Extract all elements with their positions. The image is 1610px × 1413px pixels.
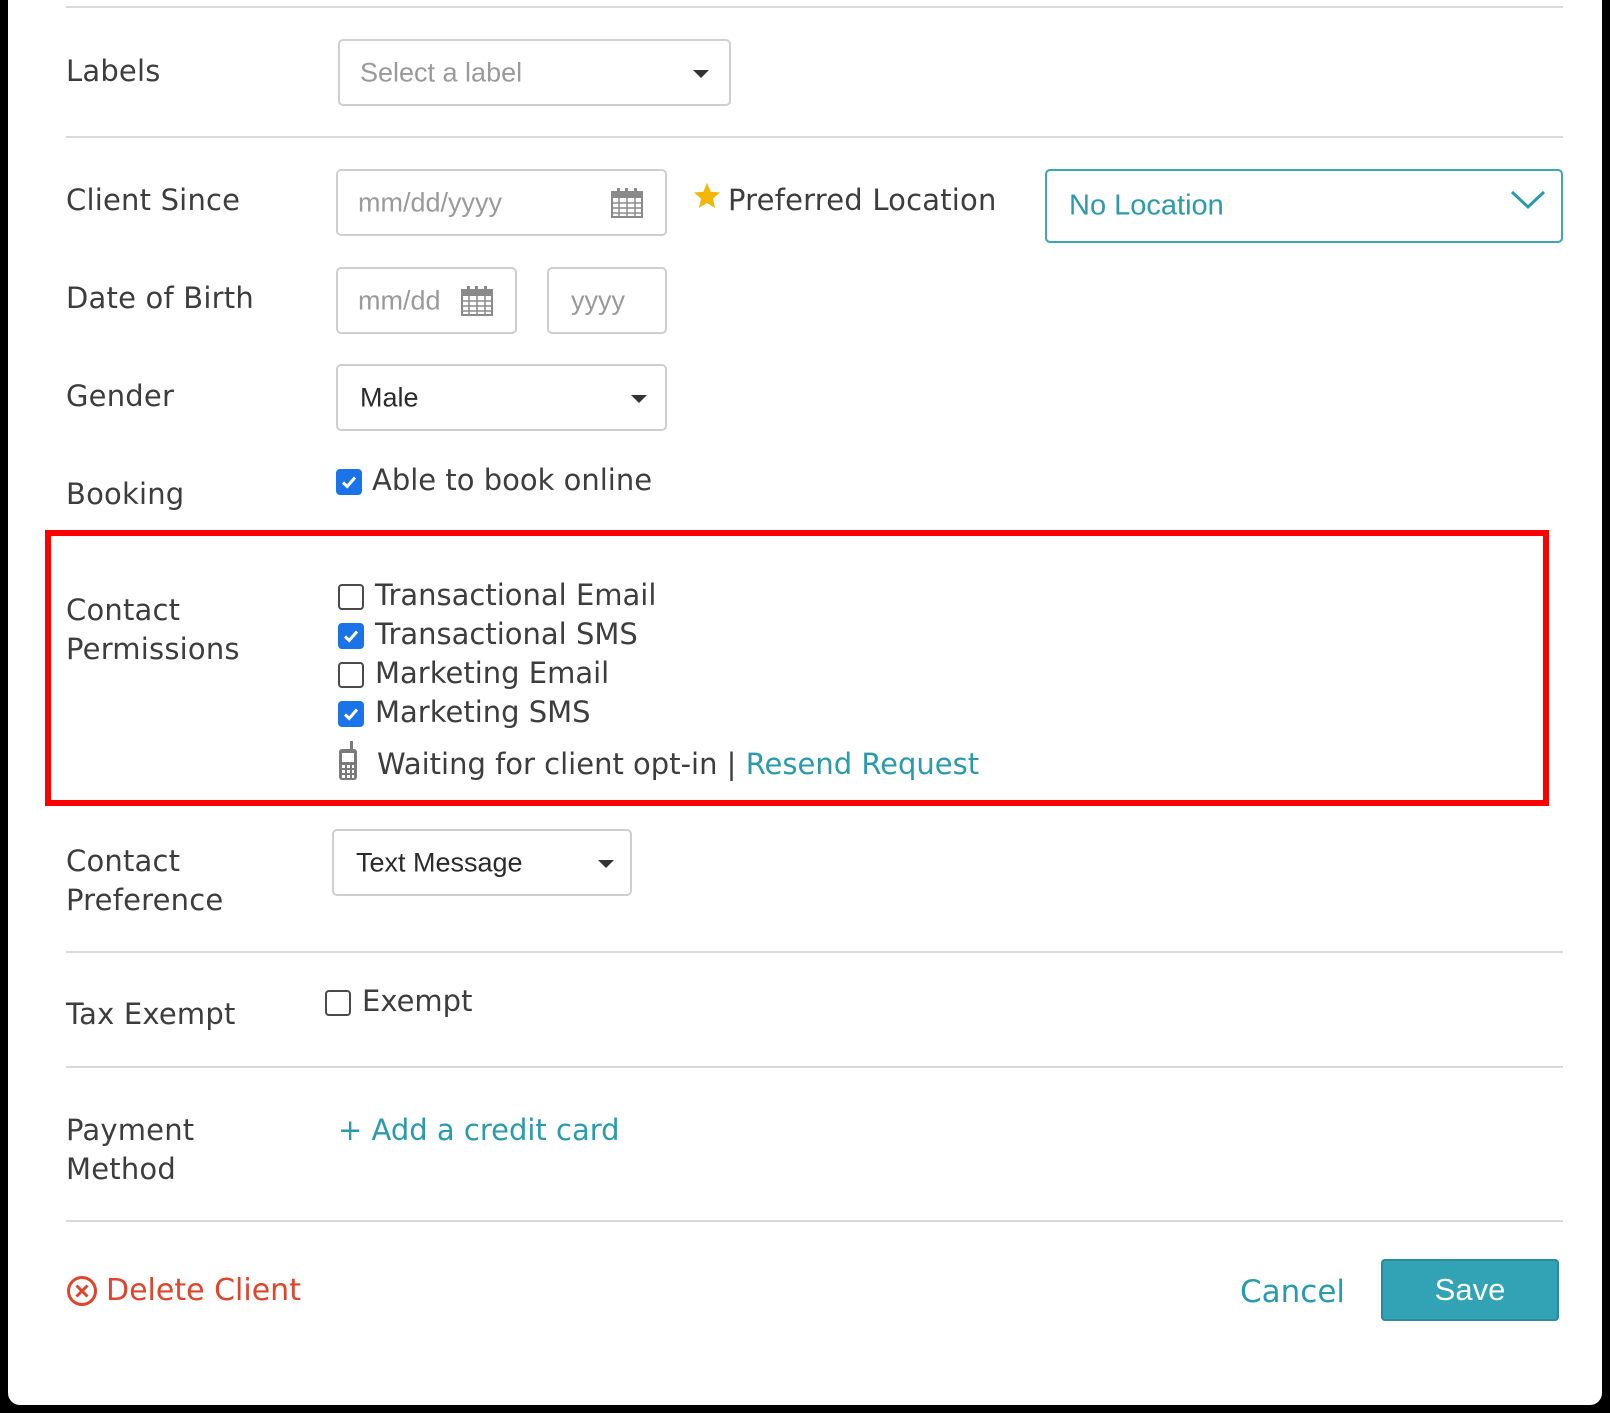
gender-select[interactable]: Male — [336, 364, 667, 431]
divider — [66, 6, 1563, 8]
opt-in-status-row: Waiting for client opt-in | Resend Reque… — [377, 745, 979, 783]
divider — [66, 1220, 1563, 1222]
preferred-location-label: Preferred Location — [728, 183, 997, 217]
caret-down-icon — [693, 69, 709, 78]
dob-year-placeholder: yyyy — [571, 285, 625, 315]
transactional-sms-checkbox[interactable] — [338, 623, 364, 649]
divider — [66, 1066, 1563, 1068]
chevron-down-icon — [1510, 190, 1546, 210]
checkmark-icon — [343, 708, 359, 721]
transactional-email-label: Transactional Email — [375, 578, 657, 612]
caret-down-icon — [631, 394, 647, 403]
add-credit-card-link[interactable]: + Add a credit card — [338, 1111, 620, 1149]
close-circle-icon — [67, 1276, 97, 1306]
delete-client-label: Delete Client — [106, 1273, 301, 1308]
marketing-email-label: Marketing Email — [375, 656, 610, 690]
marketing-sms-label: Marketing SMS — [375, 695, 591, 729]
able-to-book-online-label: Able to book online — [372, 463, 653, 497]
client-edit-panel: Labels Select a label Client Since mm/dd… — [8, 0, 1602, 1405]
divider — [66, 951, 1563, 953]
client-since-input[interactable]: mm/dd/yyyy — [336, 169, 667, 236]
marketing-sms-checkbox[interactable] — [338, 701, 364, 727]
booking-label: Booking — [66, 477, 185, 511]
labels-label: Labels — [66, 54, 161, 88]
contact-preference-select[interactable]: Text Message — [332, 829, 632, 896]
checkmark-icon — [343, 630, 359, 643]
star-icon — [693, 182, 721, 208]
cancel-button[interactable]: Cancel — [1240, 1272, 1345, 1312]
payment-method-label-line1: Payment — [66, 1113, 195, 1147]
dob-month-day-input[interactable]: mm/dd — [336, 267, 517, 334]
exempt-label: Exempt — [362, 984, 473, 1018]
preferred-location-select[interactable]: No Location — [1045, 169, 1563, 243]
calendar-icon[interactable] — [611, 187, 643, 218]
marketing-email-checkbox[interactable] — [338, 662, 364, 688]
dob-year-input[interactable]: yyyy — [547, 267, 667, 334]
dob-month-day-placeholder: mm/dd — [358, 285, 441, 315]
opt-in-status-text: Waiting for client opt-in | — [377, 747, 737, 781]
gender-label: Gender — [66, 379, 175, 413]
mobile-phone-icon — [339, 741, 357, 780]
caret-down-icon — [598, 859, 614, 868]
tax-exempt-label: Tax Exempt — [66, 997, 236, 1031]
client-since-label: Client Since — [66, 183, 241, 217]
checkmark-icon — [341, 476, 357, 489]
able-to-book-online-checkbox[interactable] — [336, 469, 362, 495]
transactional-email-checkbox[interactable] — [338, 584, 364, 610]
transactional-sms-label: Transactional SMS — [375, 617, 638, 651]
gender-value: Male — [360, 382, 419, 412]
save-button[interactable]: Save — [1381, 1259, 1559, 1321]
divider — [66, 136, 1563, 138]
date-of-birth-label: Date of Birth — [66, 281, 254, 315]
labels-select[interactable]: Select a label — [338, 39, 731, 106]
contact-preference-label-line2: Preference — [66, 883, 224, 917]
payment-method-label-line2: Method — [66, 1152, 176, 1186]
client-since-placeholder: mm/dd/yyyy — [358, 187, 503, 217]
contact-permissions-label-line1: Contact — [66, 593, 181, 627]
preferred-location-value: No Location — [1069, 189, 1224, 222]
contact-preference-label-line1: Contact — [66, 844, 181, 878]
exempt-checkbox[interactable] — [325, 990, 351, 1016]
contact-preference-value: Text Message — [356, 847, 523, 877]
labels-select-placeholder: Select a label — [360, 57, 523, 87]
calendar-icon[interactable] — [461, 285, 493, 316]
contact-permissions-label-line2: Permissions — [66, 632, 240, 666]
resend-request-link[interactable]: Resend Request — [746, 747, 979, 781]
